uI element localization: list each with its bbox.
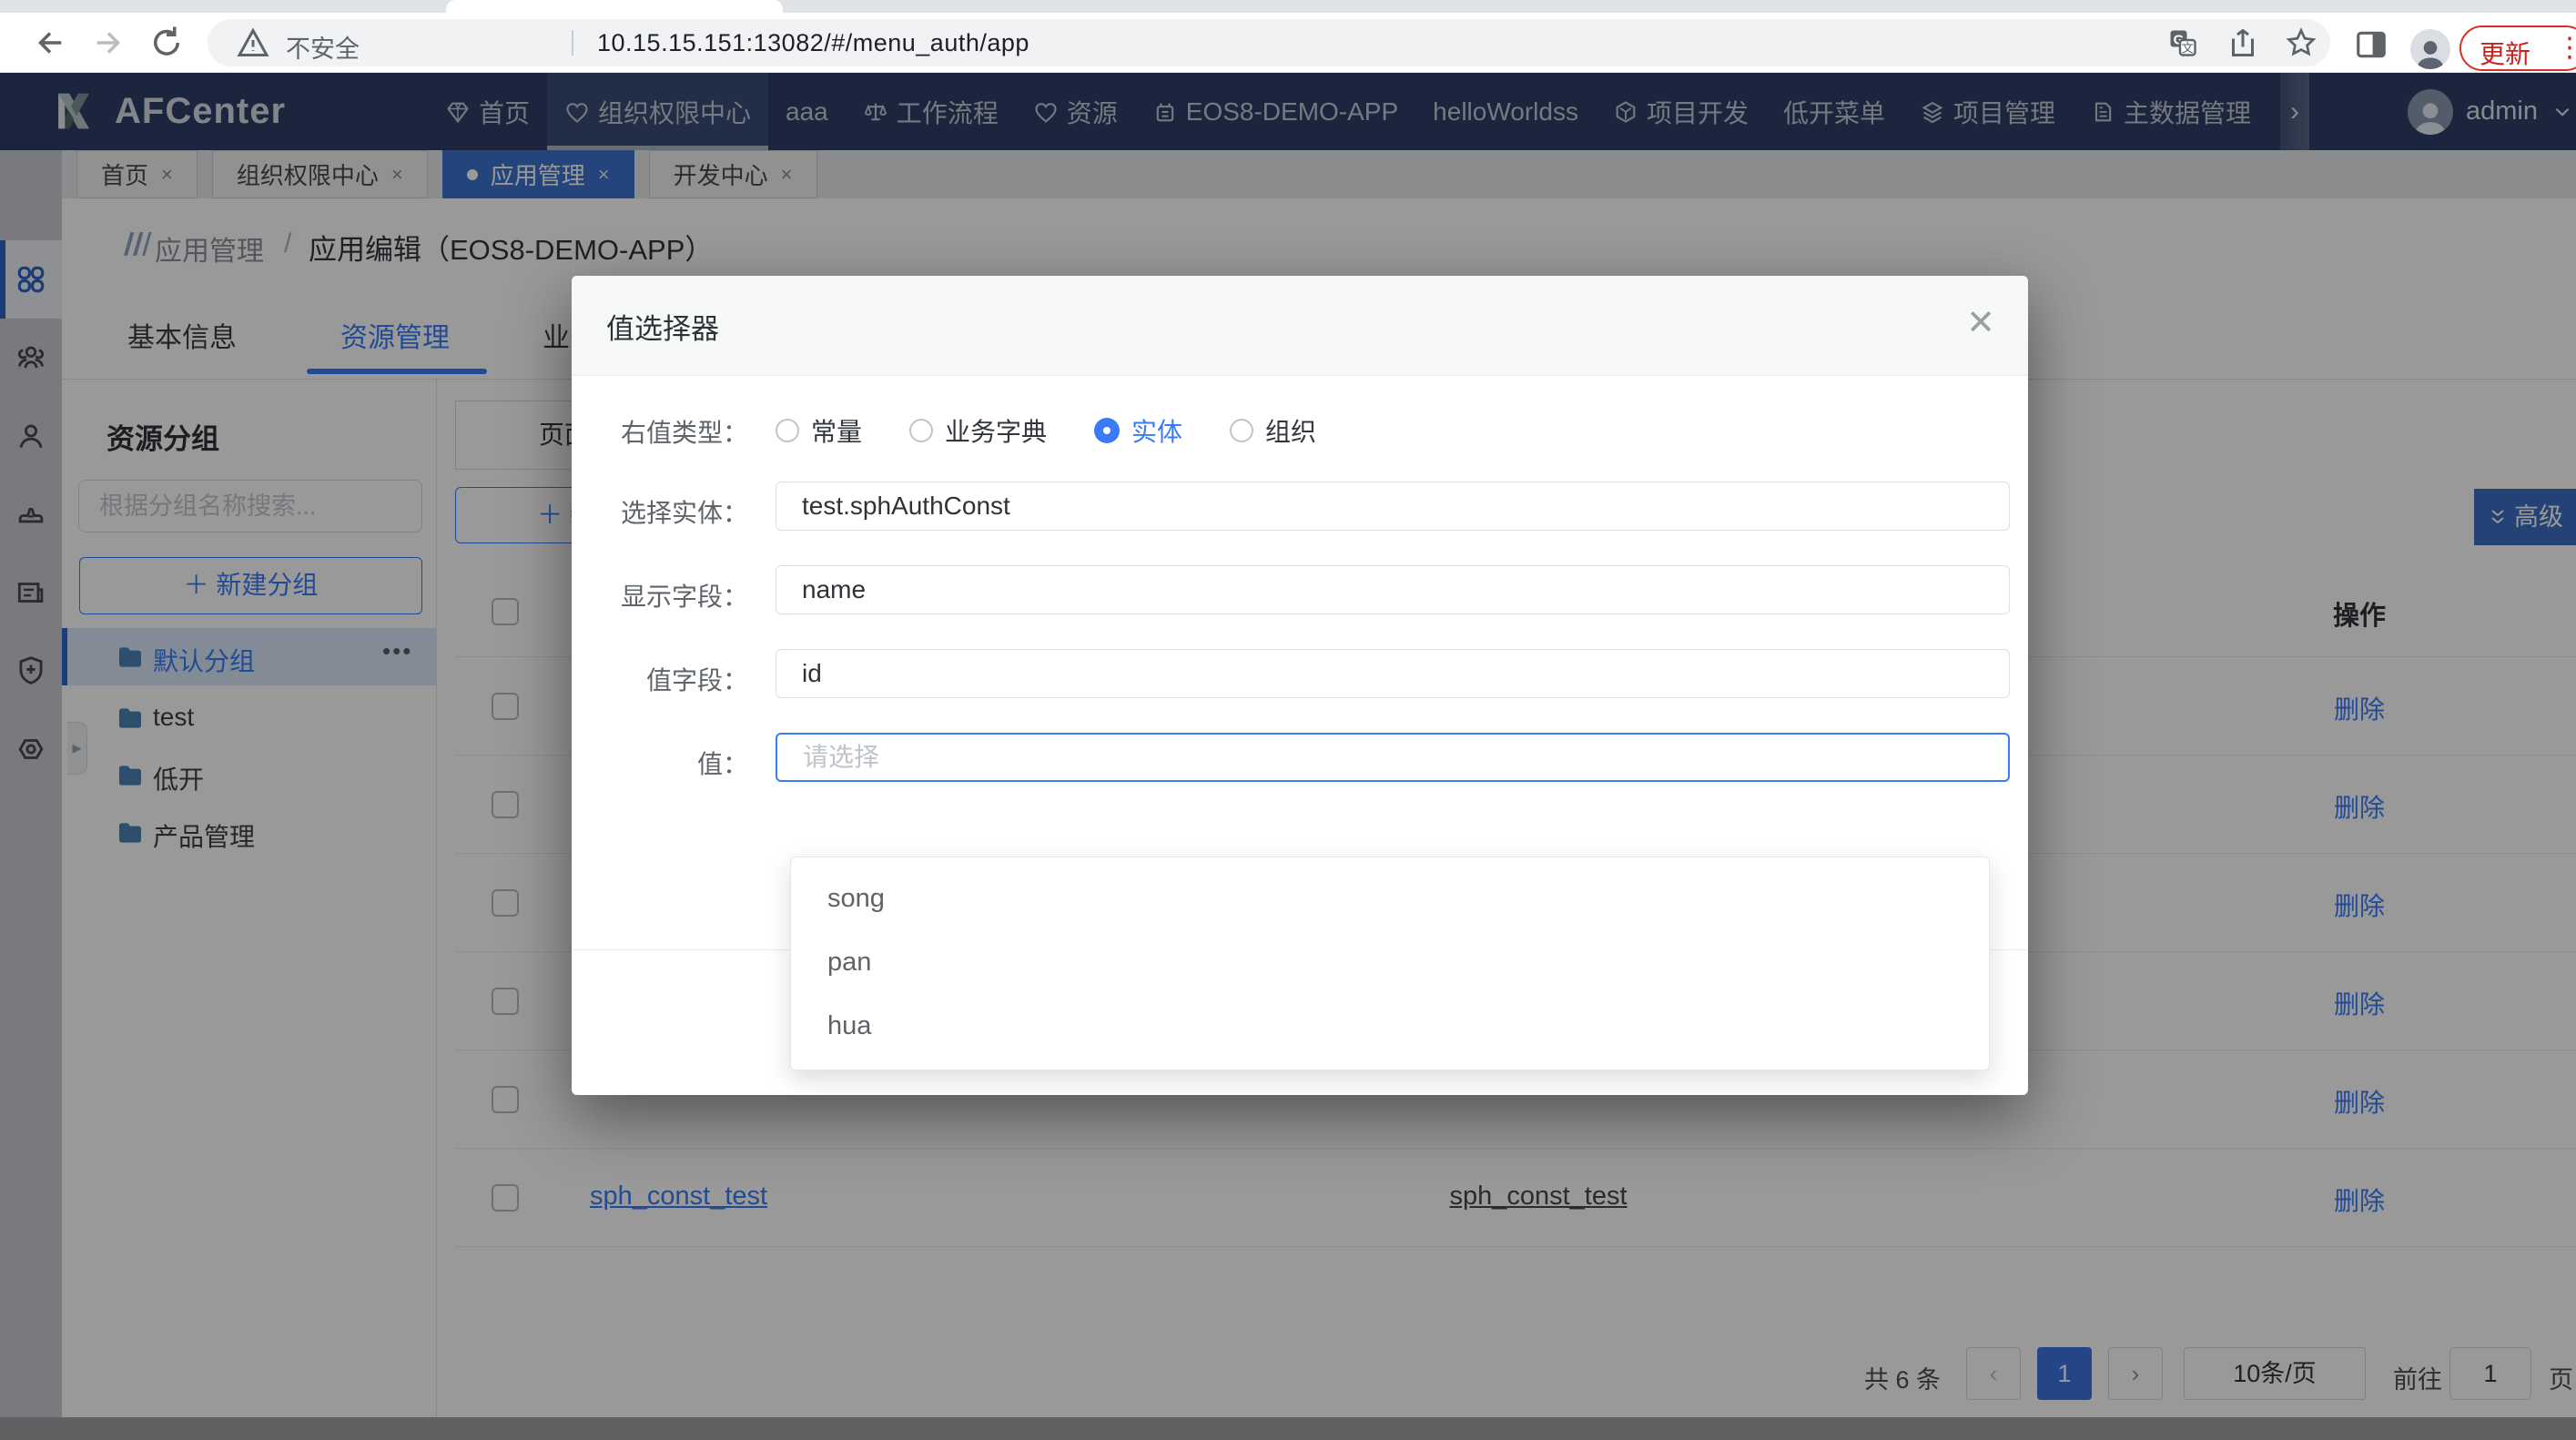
share-icon[interactable]	[2226, 26, 2259, 59]
forward-icon[interactable]	[89, 24, 127, 62]
browser-update-button[interactable]: 更新 ⋮	[2459, 25, 2576, 71]
value-selector-modal: 值选择器 ✕ 右值类型： 常量 业务字典 实体 组织 选择实体： 显示字段： 值…	[572, 276, 2028, 1095]
radio-constant[interactable]: 常量	[776, 412, 862, 449]
radio-entity[interactable]: 实体	[1094, 412, 1182, 449]
modal-close-icon[interactable]: ✕	[1966, 303, 1995, 343]
radio-selected-icon	[1094, 418, 1120, 443]
value-dropdown: song pan hua	[790, 857, 1990, 1070]
security-warning-icon[interactable]	[237, 26, 269, 59]
browser-menu-icon[interactable]: ⋮	[2556, 32, 2576, 64]
browser-tabstrip	[0, 0, 2576, 13]
app-viewport: AFCenter 首页 组织权限中心 aaa 工作流程 资源 EOS8-DEMO…	[0, 73, 2576, 1440]
translate-icon[interactable]	[2166, 26, 2199, 59]
display-field-input[interactable]	[776, 565, 2010, 614]
radio-icon	[1230, 419, 1253, 442]
radio-business-dict[interactable]: 业务字典	[909, 412, 1047, 449]
back-icon[interactable]	[31, 24, 69, 62]
value-field-input[interactable]	[776, 649, 2010, 698]
dropdown-option-hua[interactable]: hua	[791, 994, 1989, 1058]
radio-icon	[776, 419, 799, 442]
value-select-input[interactable]	[776, 733, 2010, 782]
address-bar[interactable]: 不安全 10.15.15.151:13082/#/menu_auth/app	[208, 19, 2330, 66]
value-label: 值：	[572, 745, 748, 781]
type-label: 右值类型：	[572, 413, 748, 450]
update-label: 更新	[2480, 35, 2530, 71]
modal-header: 值选择器 ✕	[572, 276, 2028, 376]
entity-label: 选择实体：	[572, 493, 748, 530]
browser-chrome: 不安全 10.15.15.151:13082/#/menu_auth/app 更…	[0, 0, 2576, 73]
display-field-label: 显示字段：	[572, 577, 748, 614]
dropdown-option-pan[interactable]: pan	[791, 930, 1989, 994]
browser-toolbar: 不安全 10.15.15.151:13082/#/menu_auth/app 更…	[0, 13, 2576, 73]
browser-profile-avatar[interactable]	[2410, 29, 2450, 69]
security-label: 不安全	[286, 29, 360, 65]
radio-organization[interactable]: 组织	[1230, 412, 1316, 449]
reload-icon[interactable]	[147, 24, 186, 62]
entity-input[interactable]	[776, 482, 2010, 531]
modal-title: 值选择器	[606, 306, 719, 347]
address-divider	[572, 30, 573, 56]
right-value-type-radios: 常量 业务字典 实体 组织	[776, 412, 1316, 449]
browser-active-tab[interactable]	[446, 0, 783, 13]
value-field-label: 值字段：	[572, 661, 748, 697]
bookmark-star-icon[interactable]	[2285, 26, 2317, 59]
radio-icon	[909, 419, 933, 442]
url-text[interactable]: 10.15.15.151:13082/#/menu_auth/app	[597, 29, 1029, 57]
dropdown-option-song[interactable]: song	[791, 867, 1989, 930]
sidebar-toggle-icon[interactable]	[2354, 27, 2388, 62]
